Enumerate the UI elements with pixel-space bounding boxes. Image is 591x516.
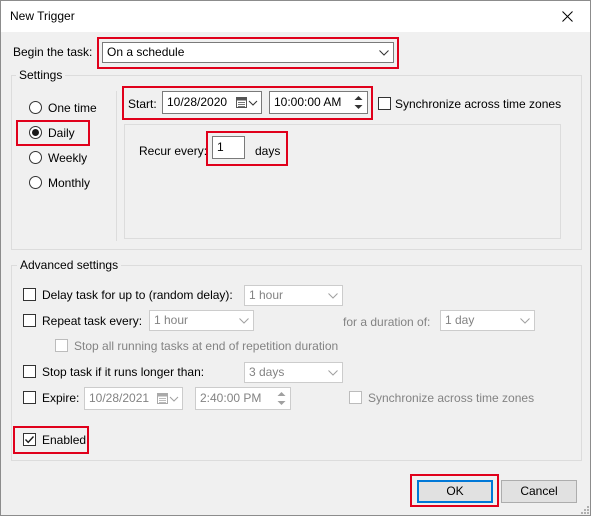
recur-unit-label: days <box>255 144 281 158</box>
delay-value: 1 hour <box>249 288 284 302</box>
stop-longer-label: Stop task if it runs longer than: <box>42 365 205 379</box>
dialog-title: New Trigger <box>10 9 75 23</box>
cancel-button[interactable]: Cancel <box>501 480 577 503</box>
close-button[interactable] <box>544 1 590 32</box>
delay-checkbox[interactable] <box>23 288 36 301</box>
delay-label: Delay task for up to (random delay): <box>42 288 233 302</box>
advanced-settings-label: Advanced settings <box>17 258 122 272</box>
settings-group-label: Settings <box>16 68 66 82</box>
repeat-label: Repeat task every: <box>42 314 143 328</box>
expire-date-picker[interactable]: 10/28/2021 <box>84 387 183 410</box>
expire-time-value: 2:40:00 PM <box>200 391 262 405</box>
recur-days-input[interactable]: 1 <box>212 136 245 159</box>
chevron-down-icon <box>520 318 530 324</box>
radio-monthly[interactable] <box>29 176 42 189</box>
sync-timezones-label: Synchronize across time zones <box>395 97 562 111</box>
settings-separator <box>116 91 117 241</box>
duration-value: 1 day <box>445 313 475 327</box>
start-label: Start: <box>128 97 157 111</box>
radio-weekly-label: Weekly <box>48 151 88 165</box>
start-date-picker[interactable]: 10/28/2020 <box>162 91 262 114</box>
recur-panel <box>124 124 561 239</box>
stop-longer-checkbox[interactable] <box>23 365 36 378</box>
stop-all-checkbox[interactable] <box>55 339 68 352</box>
start-date-value: 10/28/2020 <box>167 95 228 109</box>
sync-timezones-checkbox[interactable] <box>378 97 391 110</box>
radio-monthly-label: Monthly <box>48 176 91 190</box>
expire-date-value: 10/28/2021 <box>89 391 150 405</box>
radio-daily[interactable] <box>29 126 42 139</box>
expire-time-spinner[interactable]: 2:40:00 PM <box>195 387 291 410</box>
radio-daily-label: Daily <box>48 126 75 140</box>
chevron-down-icon <box>379 50 389 56</box>
resize-grip-icon[interactable] <box>579 504 589 514</box>
spinner-arrows-icon <box>354 96 363 109</box>
stop-longer-dropdown[interactable]: 3 days <box>244 362 343 383</box>
spinner-arrows-icon <box>277 392 286 405</box>
delay-dropdown[interactable]: 1 hour <box>244 285 343 306</box>
recur-days-value: 1 <box>217 140 224 154</box>
enabled-label: Enabled <box>42 433 87 447</box>
repeat-checkbox[interactable] <box>23 314 36 327</box>
start-time-spinner[interactable]: 10:00:00 AM <box>269 91 368 114</box>
start-time-value: 10:00:00 AM <box>274 95 342 109</box>
repeat-dropdown[interactable]: 1 hour <box>149 310 254 331</box>
ok-button[interactable]: OK <box>417 480 493 503</box>
checkmark-icon <box>24 436 35 444</box>
stop-all-label: Stop all running tasks at end of repetit… <box>74 339 339 353</box>
calendar-icon <box>157 393 179 404</box>
expire-label: Expire: <box>42 391 80 405</box>
chevron-down-icon <box>328 293 338 299</box>
begin-task-value: On a schedule <box>107 45 185 59</box>
close-icon <box>561 11 573 22</box>
expire-sync-checkbox[interactable] <box>349 391 362 404</box>
begin-task-label: Begin the task: <box>13 45 93 59</box>
expire-sync-label: Synchronize across time zones <box>368 391 535 405</box>
new-trigger-dialog: New Trigger Begin the task: On a schedul… <box>0 0 591 516</box>
title-bar: New Trigger <box>1 1 590 32</box>
duration-dropdown[interactable]: 1 day <box>440 310 535 331</box>
chevron-down-icon <box>239 318 249 324</box>
chevron-down-icon <box>328 370 338 376</box>
stop-longer-value: 3 days <box>249 365 285 379</box>
radio-one-time[interactable] <box>29 101 42 114</box>
recur-every-label: Recur every: <box>139 144 208 158</box>
repeat-value: 1 hour <box>154 313 189 327</box>
radio-one-time-label: One time <box>48 101 97 115</box>
begin-task-dropdown[interactable]: On a schedule <box>102 42 394 63</box>
radio-weekly[interactable] <box>29 151 42 164</box>
expire-checkbox[interactable] <box>23 391 36 404</box>
enabled-checkbox[interactable] <box>23 433 36 446</box>
calendar-icon <box>236 97 258 108</box>
duration-label: for a duration of: <box>343 315 431 329</box>
